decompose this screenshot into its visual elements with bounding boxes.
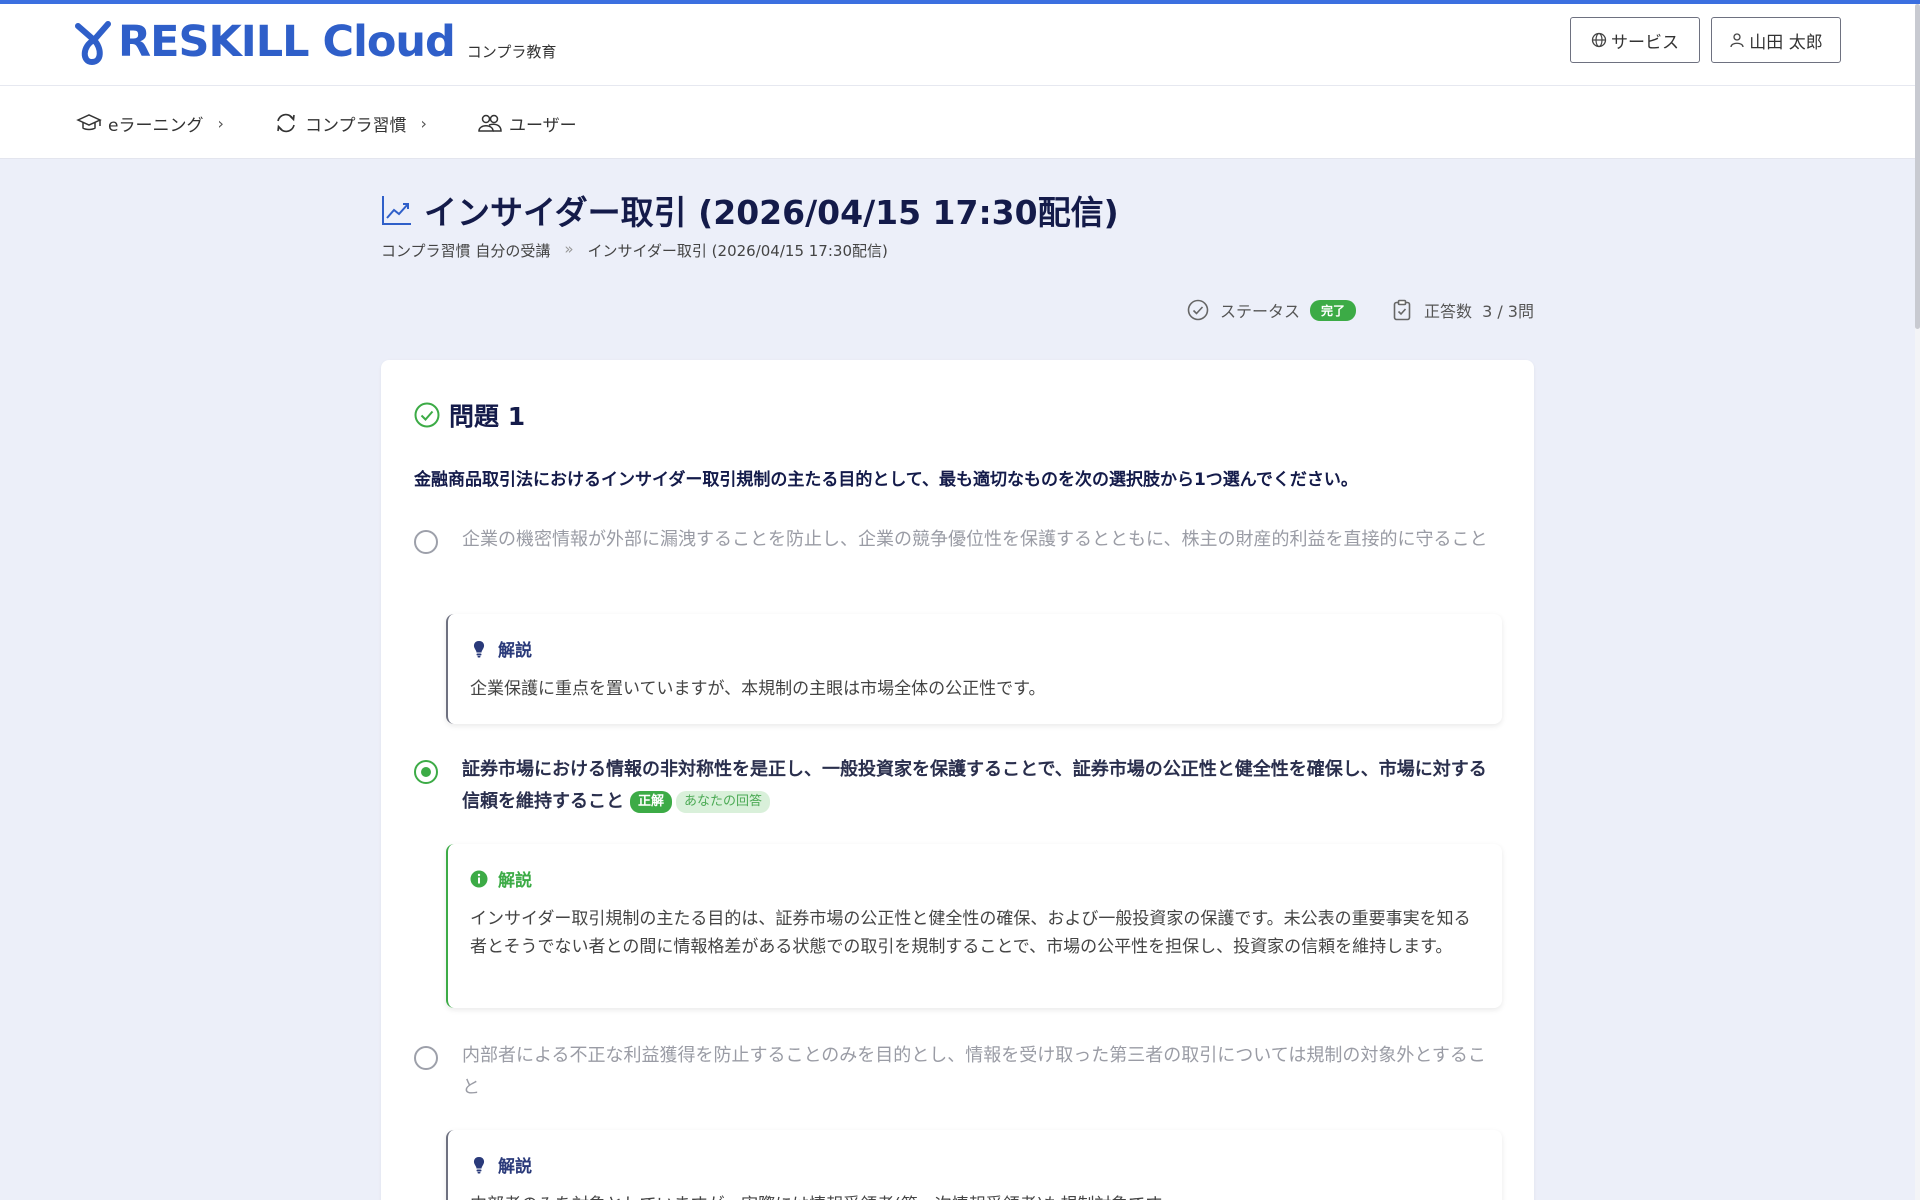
user-name: 山田 太郎 — [1749, 32, 1823, 53]
lightbulb-icon — [473, 1156, 485, 1173]
user-menu-button[interactable]: 山田 太郎 — [1711, 17, 1841, 63]
answer-option[interactable]: 企業の機密情報が外部に漏洩することを防止し、企業の競争優位性を保護するとともに、… — [414, 524, 1504, 556]
explanation-box-correct: 解説 インサイダー取引規制の主たる目的は、証券市場の公正性と健全性の確保、および… — [446, 844, 1502, 1008]
score-label: 正答数 — [1424, 302, 1473, 321]
option-text: 証券市場における情報の非対称性を是正し、一般投資家を保護することで、証券市場の公… — [462, 759, 1487, 812]
explanation-text: 内部者のみを対象としていますが、実際には情報受領者(第一次情報受領者)も規制対象… — [470, 1191, 1480, 1200]
scrollbar-thumb[interactable] — [1915, 4, 1920, 329]
score-value: 3 / 3問 — [1482, 302, 1534, 321]
answer-option-selected[interactable]: 証券市場における情報の非対称性を是正し、一般投資家を保護することで、証券市場の公… — [414, 754, 1504, 818]
service-button-label: サービス — [1611, 32, 1679, 53]
refresh-icon — [277, 113, 295, 133]
nav-item-compliance-habit[interactable]: コンプラ習慣 › — [273, 110, 427, 136]
explanation-label: 解説 — [498, 871, 532, 891]
nav-label-users: ユーザー — [509, 115, 577, 136]
question-heading: 問題 1 — [413, 397, 525, 433]
info-icon — [470, 870, 488, 887]
logo-mark-icon — [75, 21, 111, 66]
answer-option[interactable]: 内部者による不正な利益獲得を防止することのみを目的とし、情報を受け取った第三者の… — [414, 1040, 1504, 1104]
question-card: 問題 1 金融商品取引法におけるインサイダー取引規制の主たる目的として、最も適切… — [381, 360, 1534, 1200]
site-header: RESKILL Cloud コンプラ教育 サービス 山田 太郎 — [0, 4, 1915, 86]
trend-chart-icon — [382, 196, 411, 225]
correct-badge: 正解 — [630, 791, 673, 813]
breadcrumb: コンプラ習慣 自分の受講 » インサイダー取引 (2026/04/15 17:3… — [381, 240, 888, 261]
explanation-header: 解説 — [470, 636, 1480, 661]
nav-item-elearning[interactable]: eラーニング › — [76, 110, 224, 136]
chevron-right-icon: › — [217, 113, 224, 133]
option-text: 企業の機密情報が外部に漏洩することを防止し、企業の競争優位性を保護するとともに、… — [462, 529, 1488, 550]
option-text: 内部者による不正な利益獲得を防止することのみを目的とし、情報を受け取った第三者の… — [462, 1045, 1486, 1098]
service-button[interactable]: サービス — [1570, 17, 1700, 63]
user-icon — [1730, 33, 1744, 48]
chevron-right-icon: › — [420, 113, 427, 133]
explanation-header: 解説 — [470, 1152, 1480, 1177]
stats-bar: ステータス 完了 正答数 3 / 3問 — [1186, 298, 1534, 322]
graduation-cap-icon — [76, 114, 102, 131]
status-label: ステータス — [1220, 302, 1301, 321]
lightbulb-icon — [473, 640, 485, 657]
status-badge: 完了 — [1310, 299, 1357, 321]
logo-subtitle: コンプラ教育 — [466, 43, 557, 61]
explanation-header: 解説 — [470, 866, 1480, 891]
logo[interactable]: RESKILL Cloud コンプラ教育 — [72, 18, 556, 66]
globe-icon — [1591, 32, 1607, 48]
explanation-label: 解説 — [498, 641, 532, 661]
radio-button-selected[interactable] — [414, 760, 438, 784]
nav-label-compliance-habit: コンプラ習慣 — [305, 115, 407, 136]
question-number: 問題 1 — [449, 402, 526, 431]
main-nav: eラーニング › コンプラ習慣 › ユーザー — [0, 86, 1915, 159]
explanation-box: 解説 企業保護に重点を置いていますが、本規制の主眼は市場全体の公正性です。 — [446, 614, 1502, 724]
check-circle-icon — [1187, 299, 1209, 321]
check-circle-icon — [414, 402, 440, 428]
question-text: 金融商品取引法におけるインサイダー取引規制の主たる目的として、最も適切なものを次… — [414, 470, 1358, 490]
your-answer-badge: あなたの回答 — [676, 791, 771, 813]
explanation-text: インサイダー取引規制の主たる目的は、証券市場の公正性と健全性の確保、および一般投… — [470, 909, 1471, 957]
radio-button[interactable] — [414, 1046, 438, 1070]
nav-item-users[interactable]: ユーザー — [477, 110, 577, 136]
logo-text: RESKILL Cloud — [118, 17, 456, 67]
page-title: インサイダー取引 (2026/04/15 17:30配信) — [380, 186, 1119, 234]
radio-button[interactable] — [414, 530, 438, 554]
explanation-box: 解説 内部者のみを対象としていますが、実際には情報受領者(第一次情報受領者)も規… — [446, 1130, 1502, 1200]
breadcrumb-link-my-courses[interactable]: コンプラ習慣 自分の受講 — [381, 240, 550, 261]
clipboard-check-icon — [1393, 299, 1411, 321]
option-text-correct: 証券市場における情報の非対称性を是正し、一般投資家を保護することで、証券市場の公… — [462, 754, 1502, 818]
breadcrumb-current: インサイダー取引 (2026/04/15 17:30配信) — [587, 242, 888, 260]
nav-label-elearning: eラーニング — [108, 115, 204, 136]
explanation-text: 企業保護に重点を置いていますが、本規制の主眼は市場全体の公正性です。 — [470, 679, 1046, 699]
breadcrumb-separator: » — [564, 240, 574, 258]
explanation-label: 解説 — [498, 1157, 532, 1177]
users-icon — [478, 114, 502, 132]
page-heading: インサイダー取引 (2026/04/15 17:30配信) — [424, 193, 1119, 232]
